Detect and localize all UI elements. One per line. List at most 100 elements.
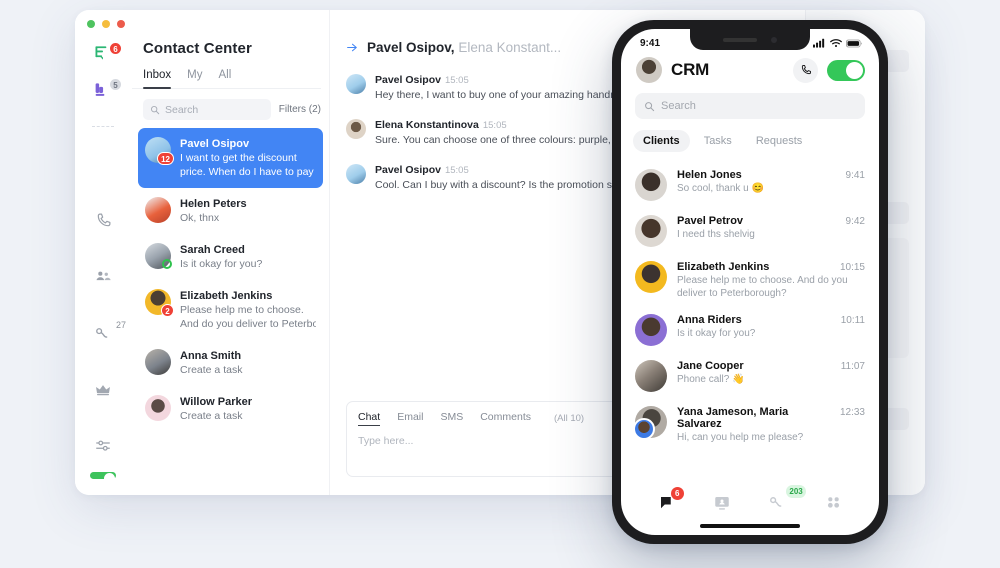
composer-tab-comments[interactable]: Comments: [480, 411, 531, 426]
list-item[interactable]: Anna Smith Create a task: [138, 340, 323, 386]
list-item-top: Anna Riders 10:11: [677, 314, 865, 326]
list-item[interactable]: 2 Elizabeth Jenkins Please help me to ch…: [138, 280, 323, 340]
avatar-image: [145, 197, 171, 223]
phone-search-input[interactable]: Search: [635, 93, 865, 119]
list-item[interactable]: Elizabeth Jenkins 10:15 Please help me t…: [621, 254, 879, 307]
analytics-rail-count: 27: [115, 320, 126, 331]
tab-inbox[interactable]: Inbox: [143, 69, 172, 89]
filters-button[interactable]: Filters (2): [279, 104, 321, 115]
window-maximize-button[interactable]: [117, 20, 125, 28]
contact-name: Sarah Creed: [180, 244, 245, 256]
composer-tab-chat[interactable]: Chat: [358, 411, 381, 426]
sidebar-item-settings[interactable]: [86, 437, 120, 455]
sidebar-item-premium[interactable]: [86, 381, 120, 399]
list-item[interactable]: Anna Riders 10:11 Is it okay for you?: [621, 307, 879, 353]
avatar: [346, 164, 366, 184]
analytics-tab-badge: 203: [786, 484, 806, 498]
tabbar-item-chats[interactable]: 6: [651, 486, 684, 516]
tab-my[interactable]: My: [187, 69, 202, 88]
preview-line-1: Create a task: [180, 410, 243, 422]
deals-rail-badge: 5: [109, 78, 122, 91]
list-item[interactable]: Helen Jones 9:41 So cool, thank u 😊: [621, 162, 879, 208]
contact-name: Anna Smith: [180, 350, 242, 362]
phone-speaker: [723, 37, 757, 42]
list-item-text: Pavel Petrov 9:42 I need ths shelvig: [677, 215, 865, 241]
message-author: Pavel Osipov: [375, 164, 441, 176]
assign-arrow-icon[interactable]: [346, 41, 359, 54]
list-item-top: Yana Jameson, Maria Salvarez 12:33: [677, 406, 865, 430]
phone-rail-icon: [97, 213, 110, 226]
chats-tab-badge: 6: [670, 486, 684, 500]
phone-tabs: Clients Tasks Requests: [621, 119, 879, 152]
list-item-top: Helen Jones 9:41: [677, 169, 865, 181]
contact-name: Anna Riders: [677, 314, 742, 326]
avatar[interactable]: [636, 57, 662, 83]
avatar: [346, 74, 366, 94]
call-button[interactable]: [793, 57, 818, 83]
analytics-tab-icon: [770, 497, 782, 507]
tabbar-item-analytics[interactable]: 203: [762, 484, 806, 516]
phone-search-placeholder: Search: [661, 100, 696, 112]
avatar: [145, 349, 171, 375]
list-item[interactable]: Jane Cooper 11:07 Phone call? 👋: [621, 353, 879, 399]
avatar: [635, 215, 667, 247]
tabbar-item-contacts[interactable]: [817, 490, 849, 516]
chat-title-primary: Pavel Osipov,: [367, 40, 455, 55]
phone-mockup: 9:41 CRM Search Clients Tasks Requests H…: [612, 20, 888, 544]
list-item-top: Elizabeth Jenkins 10:15: [677, 261, 865, 273]
availability-toggle[interactable]: [827, 59, 865, 81]
avatar: [635, 261, 667, 293]
preview-line-2: And do you deliver to Peterbo: [180, 318, 316, 330]
window-close-button[interactable]: [87, 20, 95, 28]
contact-name: Elizabeth Jenkins: [180, 290, 273, 302]
message-preview: Please help me to choose. And do you del…: [677, 275, 848, 299]
tabbar-item-desktop[interactable]: [706, 490, 738, 516]
window-controls[interactable]: [87, 20, 125, 28]
list-item[interactable]: Sarah Creed Is it okay for you?: [138, 234, 323, 280]
message-preview: Hi, can you help me please?: [677, 432, 804, 443]
home-indicator: [700, 524, 800, 528]
contact-name: Willow Parker: [180, 396, 253, 408]
list-item[interactable]: Yana Jameson, Maria Salvarez 12:33 Hi, c…: [621, 399, 879, 451]
list-item[interactable]: Helen Peters Ok, thnx: [138, 188, 323, 234]
contact-name: Jane Cooper: [677, 360, 744, 372]
tab-all[interactable]: All: [218, 69, 231, 88]
list-item-text: Yana Jameson, Maria Salvarez 12:33 Hi, c…: [677, 406, 865, 444]
list-item-text: Elizabeth Jenkins 10:15 Please help me t…: [677, 261, 865, 300]
avatar: [145, 197, 171, 223]
tab-requests[interactable]: Requests: [746, 130, 812, 152]
analytics-rail-icon: [95, 328, 107, 338]
sidebar-item-deals[interactable]: 5: [86, 78, 122, 100]
rail-status-toggle[interactable]: [90, 471, 116, 485]
tab-tasks[interactable]: Tasks: [694, 130, 742, 152]
phone-conversation-list: Helen Jones 9:41 So cool, thank u 😊 Pave…: [621, 152, 879, 480]
sidebar-item-calls[interactable]: [86, 211, 120, 229]
composer-tab-sms[interactable]: SMS: [440, 411, 463, 426]
message-time: 15:05: [444, 165, 469, 176]
unread-badge: 12: [157, 152, 174, 165]
list-item[interactable]: Willow Parker Create a task: [138, 386, 323, 432]
avatar-image: [635, 215, 667, 247]
wifi-icon: [830, 39, 842, 48]
tab-clients[interactable]: Clients: [633, 130, 690, 152]
timestamp: 10:11: [840, 315, 865, 326]
timestamp: 12:33: [839, 407, 865, 418]
timestamp: 10:15: [839, 262, 865, 273]
list-item[interactable]: 12 Pavel Osipov I want to get the discou…: [138, 128, 323, 188]
app-title: CRM: [671, 60, 710, 79]
list-item[interactable]: Pavel Petrov 9:42 I need ths shelvig: [621, 208, 879, 254]
message-preview: So cool, thank u 😊: [677, 183, 764, 194]
search-input[interactable]: Search: [143, 99, 271, 120]
contact-name: Pavel Petrov: [677, 215, 744, 227]
sidebar-item-contacts[interactable]: [86, 267, 120, 286]
unread-badge: 2: [161, 304, 174, 317]
sidebar-item-analytics[interactable]: 27: [86, 320, 126, 343]
settings-rail-icon: [96, 441, 110, 452]
avatar: [635, 314, 667, 346]
window-minimize-button[interactable]: [102, 20, 110, 28]
composer-tab-email[interactable]: Email: [397, 411, 423, 426]
avatar: [346, 119, 366, 139]
contact-name: Elizabeth Jenkins: [677, 261, 770, 273]
sidebar-item-chat[interactable]: 6: [86, 42, 122, 63]
avatar-image: [635, 261, 667, 293]
